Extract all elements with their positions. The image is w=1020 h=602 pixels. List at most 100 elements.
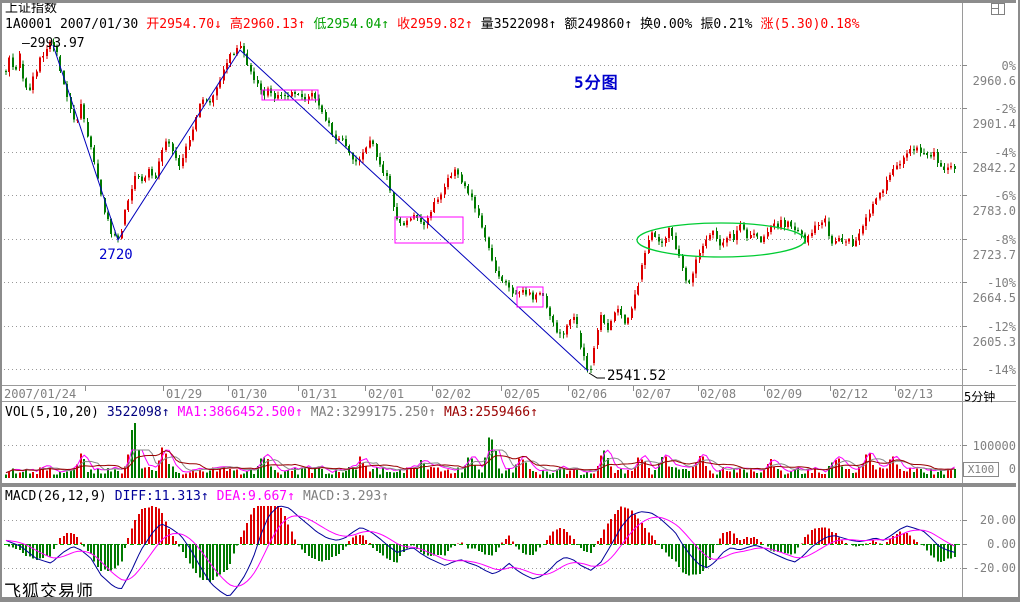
volume-grid-label: 100000 — [973, 440, 1016, 453]
quote-field-close: 收2959.82↑ — [397, 17, 473, 32]
date-label: 02/05 — [504, 388, 540, 401]
axis-tick — [962, 520, 967, 521]
axis-tick — [962, 369, 967, 370]
window-layout-icon[interactable] — [991, 3, 1005, 15]
quote-low-value: 低2954.04 — [314, 17, 382, 32]
page-title: 上证指数 — [5, 2, 57, 16]
axis-tick — [962, 65, 967, 66]
date-label: 01/31 — [301, 388, 337, 401]
macd-axis-label: 20.00 — [980, 513, 1016, 527]
macd-header-item-0: DIFF:11.313↑ — [115, 489, 209, 504]
date-label: 02/06 — [571, 388, 607, 401]
volume-value: MA1:3866452.500 — [178, 405, 295, 420]
volume-unit-box: X100 — [963, 462, 999, 477]
quote-field-volume: 量3522098↑ — [481, 17, 557, 32]
main-candlestick-chart[interactable] — [0, 0, 962, 402]
volume-value: MA3:2559466 — [444, 405, 530, 420]
volume-indicator-name: VOL(5,10,20) — [5, 405, 99, 420]
volume-arrow: ↑ — [295, 405, 303, 420]
quote-date: 2007/01/30 — [60, 17, 138, 32]
pct-axis-label: -14% — [987, 363, 1016, 377]
volume-macd-divider — [0, 483, 1016, 487]
main-panel-divider — [0, 385, 1016, 386]
date-label: 01/29 — [166, 388, 202, 401]
pct-axis-label: -2% — [994, 102, 1016, 116]
volume-arrow: ↑ — [428, 405, 436, 420]
axis-tick — [962, 326, 967, 327]
axis-tick — [962, 239, 967, 240]
pct-axis-label: 0% — [1002, 59, 1016, 73]
axis-tick — [962, 195, 967, 196]
app-window: 上证指数 1A00012007/01/30开2954.70↓高2960.13↑低… — [0, 0, 1020, 602]
pct-axis-label: -12% — [987, 320, 1016, 334]
quote-high-arrow: ↑ — [298, 17, 306, 32]
macd-axis-label: 0.00 — [987, 537, 1016, 551]
macd-arrow: ↑ — [287, 489, 295, 504]
macd-value: DEA:9.667 — [217, 489, 287, 504]
date-label: 02/08 — [700, 388, 736, 401]
volume-header: VOL(5,10,20)3522098↑MA1:3866452.500↑MA2:… — [5, 405, 538, 420]
price-axis-label: 2783.0 — [973, 204, 1016, 218]
quote-field-amplitude: 振0.21% — [700, 17, 752, 32]
trough-price-label: 2720 — [99, 247, 133, 263]
period-label[interactable]: 5分钟 — [964, 388, 1014, 405]
quote-turnover-value: 换0.00% — [640, 17, 692, 32]
quote-amount-arrow: ↑ — [624, 17, 632, 32]
price-axis-label: 2723.7 — [973, 248, 1016, 262]
macd-indicator-name: MACD(26,12,9) — [5, 489, 107, 504]
quote-open-arrow: ↓ — [214, 17, 222, 32]
axis-column-divider — [962, 3, 963, 597]
quote-info-bar: 1A00012007/01/30开2954.70↓高2960.13↑低2954.… — [5, 17, 860, 32]
macd-axis-label: -20.00 — [973, 561, 1016, 575]
peak-price-label: —2993.97 — [22, 36, 85, 51]
volume-grid-tick — [962, 445, 967, 446]
volume-header-item-1: MA1:3866452.500↑ — [178, 405, 303, 420]
date-label: 02/07 — [635, 388, 671, 401]
date-label: 02/12 — [832, 388, 868, 401]
macd-arrow: ↑ — [381, 489, 389, 504]
quote-amplitude-value: 振0.21% — [700, 17, 752, 32]
pct-axis-label: -4% — [994, 146, 1016, 160]
axis-tick — [962, 568, 967, 569]
quote-close-value: 收2959.82 — [397, 17, 465, 32]
macd-value: DIFF:11.313 — [115, 489, 201, 504]
volume-arrow: ↑ — [162, 405, 170, 420]
volume-header-item-3: MA3:2559466↑ — [444, 405, 538, 420]
quote-change-value: 涨(5.30)0.18% — [760, 17, 859, 32]
volume-header-item-2: MA2:3299175.250↑ — [311, 405, 436, 420]
macd-header: MACD(26,12,9)DIFF:11.313↑DEA:9.667↑MACD:… — [5, 489, 389, 504]
volume-value: MA2:3299175.250 — [311, 405, 428, 420]
quote-volume-arrow: ↑ — [549, 17, 557, 32]
quote-field-turnover: 换0.00% — [640, 17, 692, 32]
axis-tick — [962, 544, 967, 545]
low-price-label: 2541.52 — [607, 368, 666, 384]
quote-field-high: 高2960.13↑ — [230, 17, 306, 32]
quote-low-arrow: ↑ — [381, 17, 389, 32]
quote-field-amount: 额249860↑ — [564, 17, 632, 32]
axis-tick — [962, 282, 967, 283]
macd-value: MACD:3.293 — [303, 489, 381, 504]
pct-axis-label: -10% — [987, 276, 1016, 290]
volume-arrow: ↑ — [530, 405, 538, 420]
macd-arrow: ↑ — [201, 489, 209, 504]
window-border-top — [0, 0, 1016, 3]
stock-code: 1A0001 — [5, 17, 52, 32]
chart-type-label: 5分图 — [574, 69, 619, 93]
pct-axis-label: -6% — [994, 189, 1016, 203]
quote-close-arrow: ↑ — [465, 17, 473, 32]
window-border-left — [0, 0, 2, 602]
pct-axis-label: -8% — [994, 233, 1016, 247]
axis-tick — [962, 108, 967, 109]
macd-header-item-2: MACD:3.293↑ — [303, 489, 389, 504]
price-axis-label: 2664.5 — [973, 291, 1016, 305]
quote-field-low: 低2954.04↑ — [314, 17, 390, 32]
quote-amount-value: 额249860 — [564, 17, 624, 32]
volume-zero-label: 0 — [1009, 463, 1016, 476]
date-row-divider — [0, 401, 1016, 402]
date-label: 02/13 — [897, 388, 933, 401]
date-label: 02/01 — [368, 388, 404, 401]
price-axis-label: 2605.3 — [973, 335, 1016, 349]
date-label: 2007/01/24 — [4, 388, 76, 401]
volume-header-item-0: 3522098↑ — [107, 405, 170, 420]
date-label: 02/09 — [766, 388, 802, 401]
